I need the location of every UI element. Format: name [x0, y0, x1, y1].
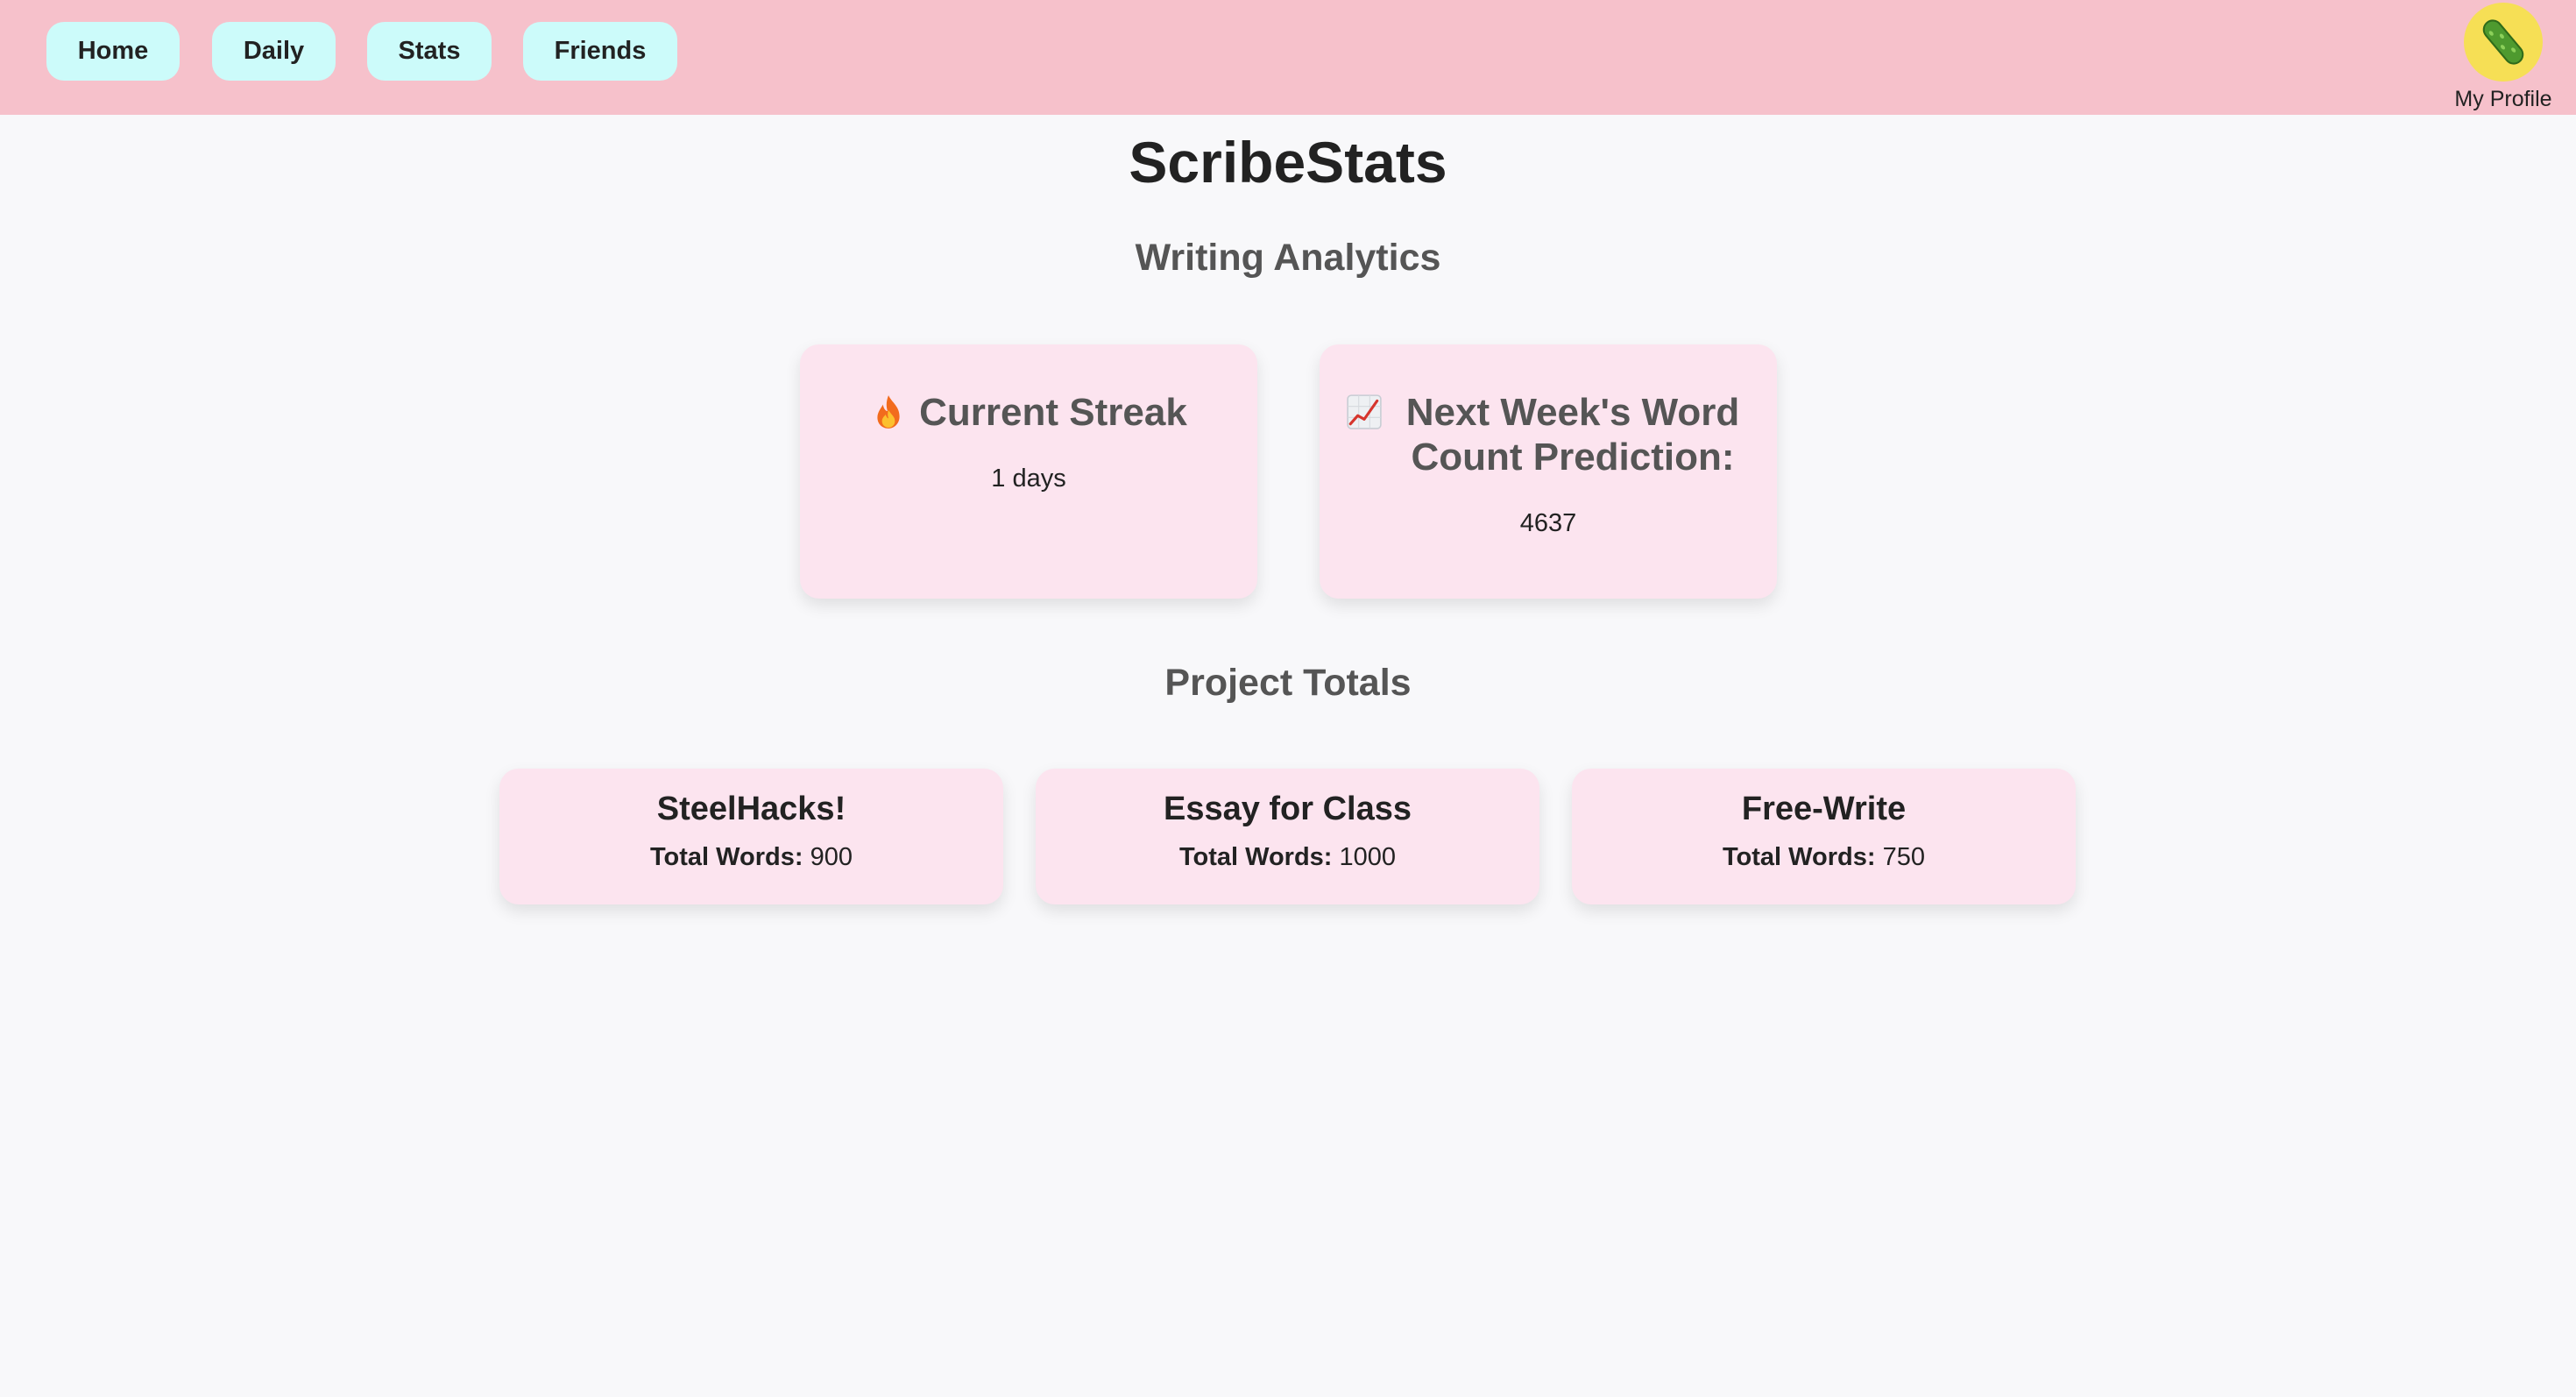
project-name: Free-Write — [1741, 791, 1907, 827]
page-title: ScribeStats — [1129, 130, 1447, 195]
total-words-value: 900 — [810, 843, 853, 871]
project-totals-heading: Project Totals — [1164, 662, 1412, 704]
total-words-value: 750 — [1882, 843, 1925, 871]
total-words-label: Total Words: — [650, 843, 803, 871]
current-streak-title: Current Streak — [826, 390, 1231, 435]
project-card: SteelHacks! Total Words: 900 — [499, 769, 1003, 904]
total-words-label: Total Words: — [1178, 843, 1333, 871]
my-profile-link[interactable]: My Profile — [2452, 3, 2555, 112]
total-words-label: Total Words: — [1723, 843, 1876, 871]
nav-friends-button[interactable]: Friends — [523, 22, 677, 81]
top-navbar: Home Daily Stats Friends My Profile — [0, 0, 2576, 115]
prediction-value: 4637 — [1519, 509, 1577, 537]
nav-stats-button[interactable]: Stats — [367, 22, 492, 81]
avatar[interactable] — [2464, 3, 2543, 82]
project-name: SteelHacks! — [656, 791, 846, 827]
project-total: Total Words: 750 — [1572, 843, 2076, 872]
project-card: Free-Write Total Words: 750 — [1572, 769, 2076, 904]
project-total: Total Words: 900 — [499, 843, 1003, 872]
project-card: Essay for Class Total Words: 1000 — [1036, 769, 1539, 904]
word-count-prediction-card: Next Week's Word Count Prediction: 4637 — [1320, 344, 1777, 599]
fire-icon — [877, 395, 900, 429]
current-streak-card: Current Streak 1 days — [800, 344, 1257, 599]
project-name: Essay for Class — [1163, 791, 1412, 827]
my-profile-label[interactable]: My Profile — [2452, 87, 2555, 112]
chart-increasing-icon — [1347, 394, 1382, 429]
nav-daily-button[interactable]: Daily — [212, 22, 336, 81]
current-streak-title-text: Current Streak — [919, 391, 1187, 434]
prediction-title: Next Week's Word Count Prediction: — [1346, 390, 1751, 479]
project-total: Total Words: 1000 — [1036, 843, 1539, 872]
writing-analytics-heading: Writing Analytics — [1135, 237, 1441, 279]
current-streak-value: 1 days — [991, 464, 1066, 493]
prediction-title-text: Next Week's Word Count Prediction: — [1405, 391, 1740, 479]
nav-home-button[interactable]: Home — [46, 22, 180, 81]
total-words-value: 1000 — [1339, 843, 1397, 871]
pickle-icon — [2482, 19, 2524, 65]
